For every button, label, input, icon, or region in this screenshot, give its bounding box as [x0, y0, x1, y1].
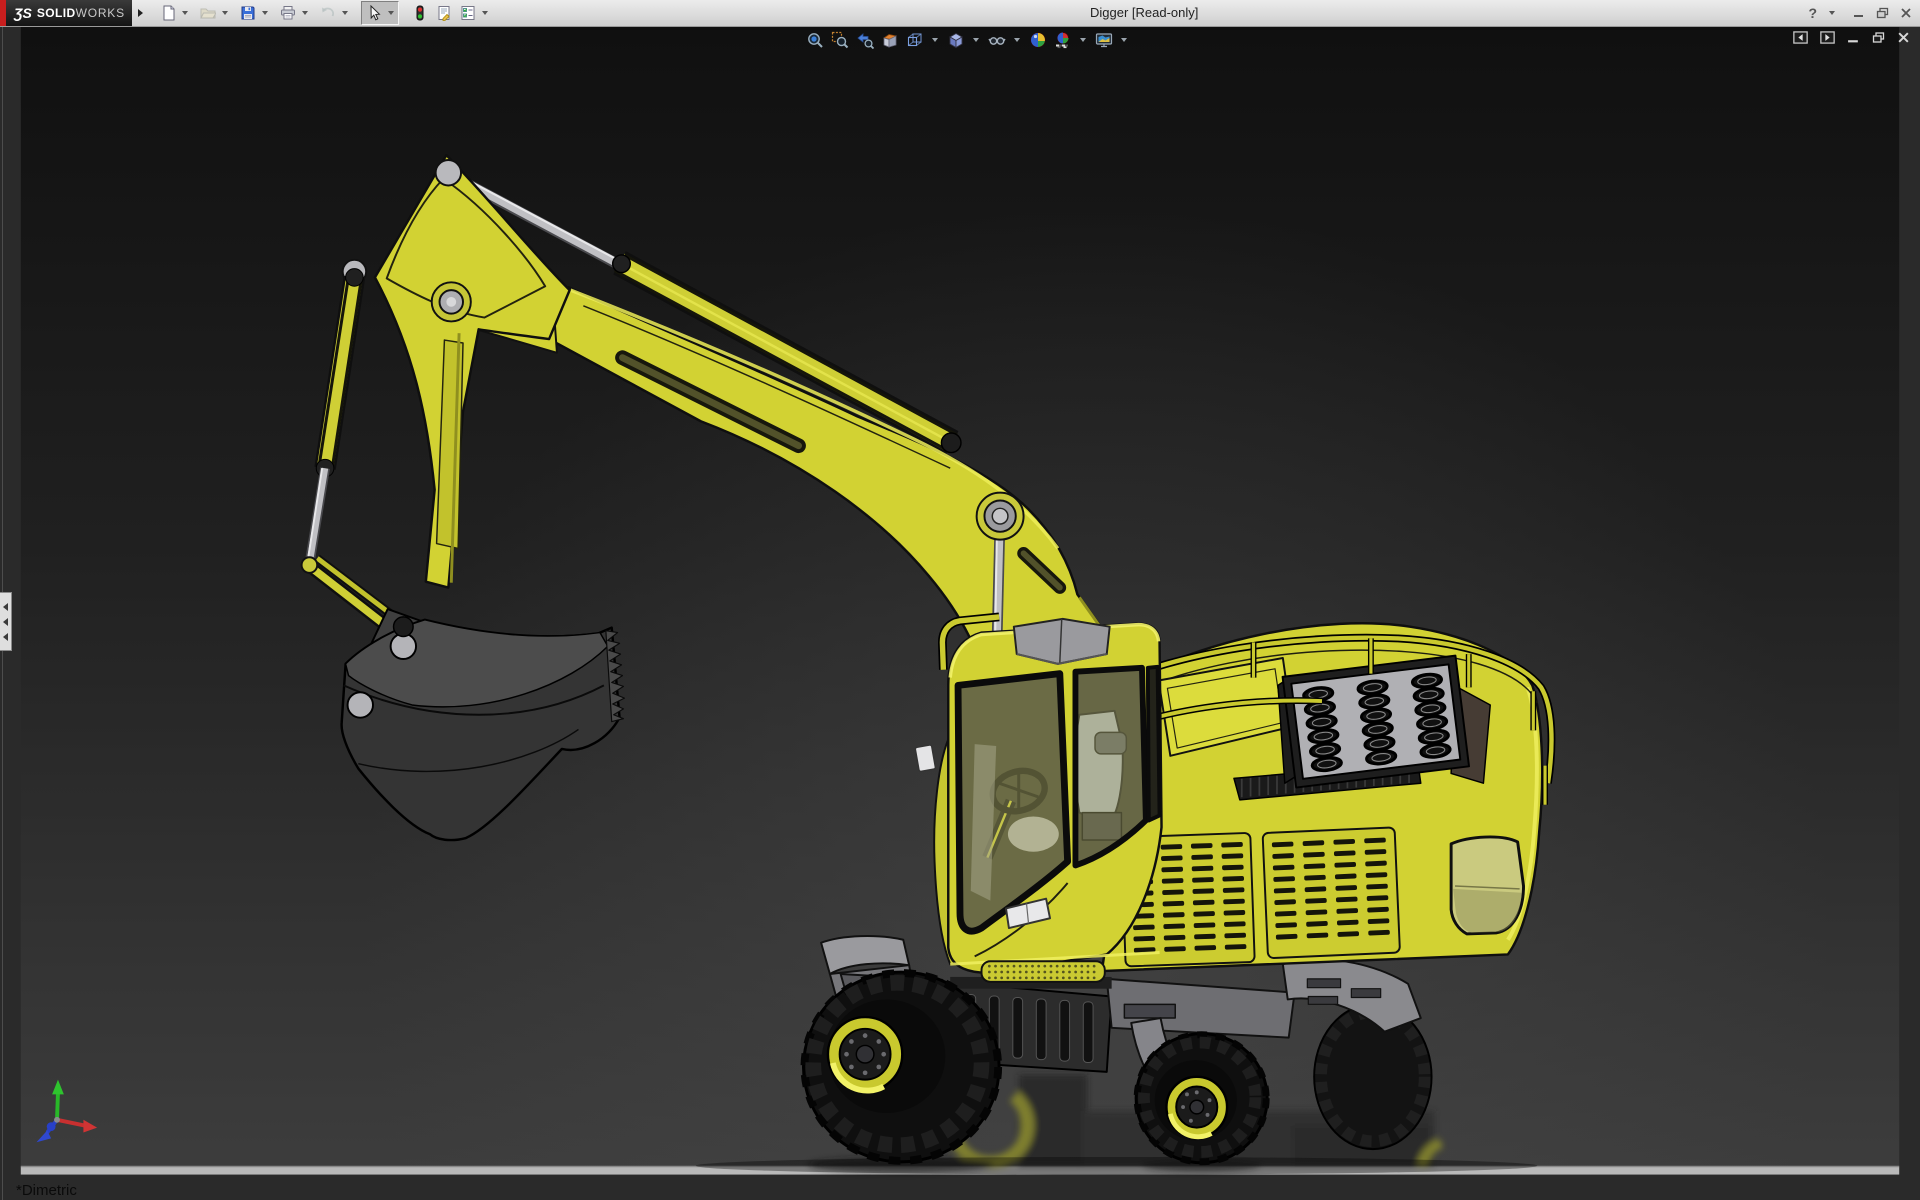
hide-show-items-glasses-icon: [988, 31, 1006, 49]
collapse-left-pane-button[interactable]: [1793, 31, 1808, 49]
display-style-button[interactable]: [945, 29, 966, 50]
print-dropdown[interactable]: [302, 11, 308, 15]
collapsed-panel-expander[interactable]: [0, 592, 12, 651]
previous-view-button[interactable]: [854, 29, 875, 50]
view-settings-icon: [1095, 31, 1113, 49]
undo-button[interactable]: [317, 2, 339, 24]
app-window-controls: ?: [1808, 0, 1912, 26]
new-dropdown[interactable]: [182, 11, 188, 15]
rebuild-traffic-light-icon: [412, 5, 428, 21]
edit-appearance-button[interactable]: [1027, 29, 1048, 50]
print-button[interactable]: [277, 2, 299, 24]
view-settings-dropdown[interactable]: [1121, 38, 1127, 42]
apply-scene-button[interactable]: [1052, 29, 1073, 50]
view-orientation-label: *Dimetric: [16, 1182, 77, 1199]
save-button[interactable]: [237, 2, 259, 24]
open-folder-icon: [200, 5, 216, 21]
file-properties-button[interactable]: [433, 2, 455, 24]
zoom-to-area-icon: [831, 31, 849, 49]
cab: [915, 617, 1162, 982]
display-style-icon: [947, 31, 965, 49]
new-document-icon: [160, 5, 176, 21]
options-dropdown[interactable]: [482, 11, 488, 15]
save-icon: [240, 5, 256, 21]
expand-left-arrow-icon: [3, 603, 8, 611]
help-dropdown[interactable]: [1829, 11, 1835, 15]
edit-appearance-icon: [1029, 31, 1047, 49]
document-window-controls: [1793, 31, 1910, 49]
save-dropdown[interactable]: [262, 11, 268, 15]
brand-name-secondary: WORKS: [76, 6, 125, 20]
view-orientation-dropdown[interactable]: [932, 38, 938, 42]
print-icon: [280, 5, 296, 21]
sill-grille: [982, 961, 1105, 982]
3ds-logo-icon: ƷS: [14, 5, 32, 21]
select-tool-active: [361, 1, 399, 25]
open-button[interactable]: [197, 2, 219, 24]
help-button[interactable]: ?: [1808, 5, 1817, 21]
app-close-button[interactable]: [1900, 7, 1912, 19]
rebuild-button[interactable]: [409, 2, 431, 24]
options-icon: [460, 5, 476, 21]
options-button[interactable]: [457, 2, 479, 24]
view-settings-button[interactable]: [1093, 29, 1114, 50]
zoom-to-fit-icon: [806, 31, 824, 49]
engine-housing: [1102, 623, 1552, 971]
undo-dropdown[interactable]: [342, 11, 348, 15]
menu-flyout-icon[interactable]: [138, 9, 143, 17]
brand-name-primary: SOLID: [37, 6, 76, 20]
new-document-button[interactable]: [157, 2, 179, 24]
file-properties-icon: [436, 5, 452, 21]
apply-scene-icon: [1054, 31, 1072, 49]
expand-left-arrow-icon: [3, 633, 8, 641]
document-title: Digger [Read-only]: [1090, 5, 1198, 20]
section-view-icon: [881, 31, 899, 49]
apply-scene-dropdown[interactable]: [1080, 38, 1086, 42]
graphics-viewport[interactable]: *Dimetric: [0, 26, 1920, 1200]
wheel-rear-far: [1314, 1004, 1431, 1149]
hide-show-items-dropdown[interactable]: [1014, 38, 1020, 42]
main-toolbar: [157, 1, 495, 25]
select-cursor-icon: [366, 5, 382, 21]
open-dropdown[interactable]: [222, 11, 228, 15]
select-tool-button[interactable]: [363, 2, 385, 24]
collapse-right-pane-button[interactable]: [1820, 31, 1835, 49]
solidworks-logo: ƷS SOLIDWORKS: [6, 0, 132, 26]
heads-up-view-toolbar: [804, 29, 1130, 50]
view-orientation-icon: [906, 31, 924, 49]
zoom-to-fit-button[interactable]: [804, 29, 825, 50]
rear-window: [1451, 837, 1523, 934]
doc-restore-button[interactable]: [1872, 31, 1885, 49]
section-view-button[interactable]: [879, 29, 900, 50]
roof-unit: [1014, 619, 1110, 664]
doc-close-button[interactable]: [1897, 31, 1910, 49]
engine-block: [1283, 656, 1469, 788]
titlebar: ƷS SOLIDWORKS: [0, 0, 1920, 27]
model-scene: [0, 26, 1920, 1200]
app-minimize-button[interactable]: [1853, 7, 1865, 19]
expand-left-arrow-icon: [3, 618, 8, 626]
display-style-dropdown[interactable]: [973, 38, 979, 42]
app-restore-button[interactable]: [1876, 7, 1889, 19]
doc-minimize-button[interactable]: [1847, 31, 1860, 49]
previous-view-icon: [856, 31, 874, 49]
undo-icon: [320, 5, 336, 21]
wheel-rear-near: [1136, 1034, 1267, 1163]
hide-show-items-button[interactable]: [986, 29, 1007, 50]
select-dropdown[interactable]: [388, 11, 394, 15]
zoom-to-area-button[interactable]: [829, 29, 850, 50]
wheel-front-left: [803, 972, 999, 1162]
view-orientation-button[interactable]: [904, 29, 925, 50]
